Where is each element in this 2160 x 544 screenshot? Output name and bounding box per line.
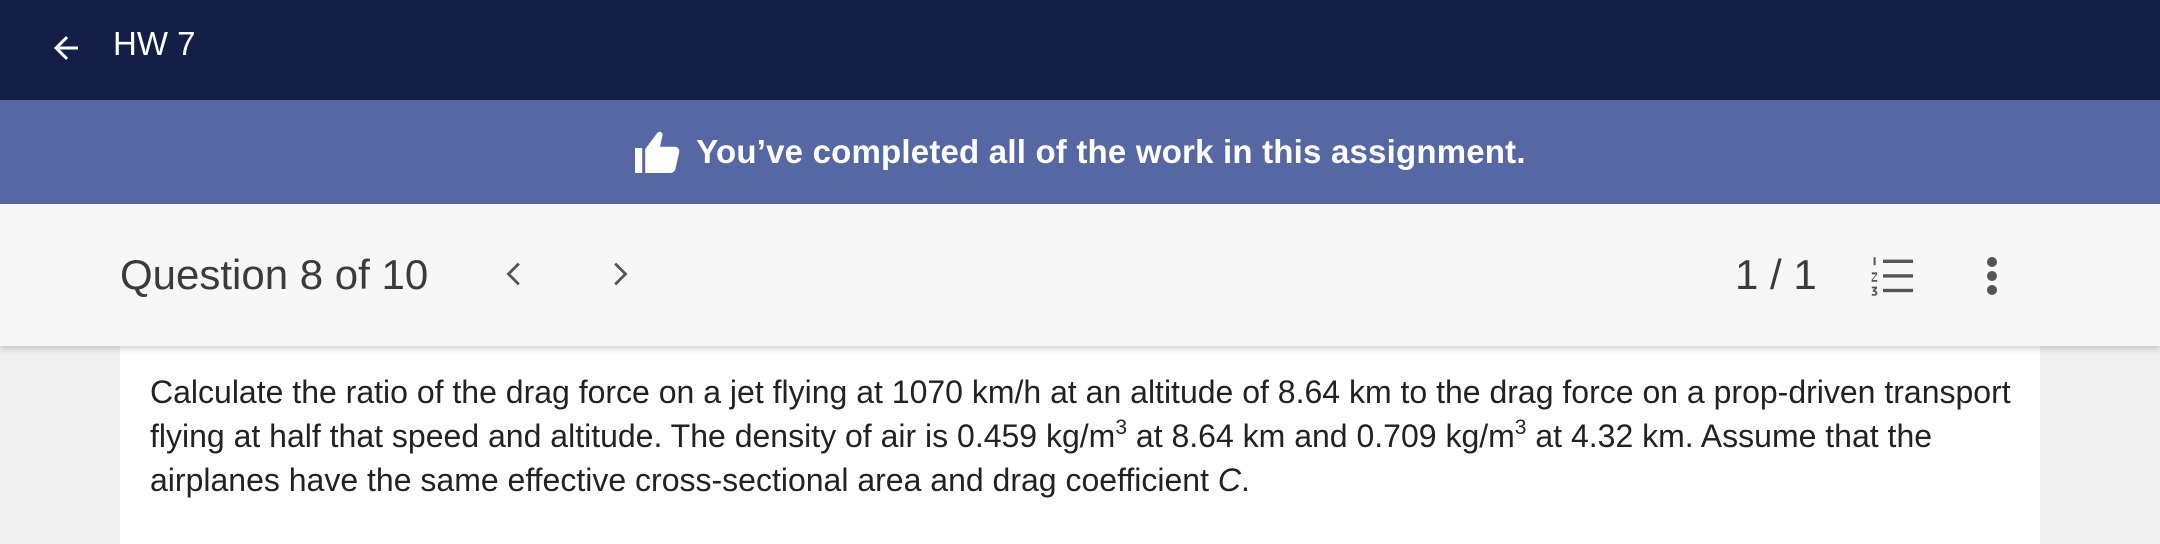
- superscript-exponent: 3: [1514, 416, 1527, 439]
- question-content-panel: Calculate the ratio of the drag force on…: [120, 346, 2040, 544]
- next-question-button[interactable]: [593, 248, 645, 300]
- thumbs-up-icon: [635, 131, 680, 173]
- question-text-part: .: [1240, 462, 1250, 498]
- question-text: Calculate the ratio of the drag force on…: [150, 370, 2030, 502]
- superscript-exponent: 3: [1115, 416, 1128, 439]
- more-options-button[interactable]: [1968, 250, 2016, 302]
- more-vertical-icon: [1987, 257, 1997, 295]
- arrow-left-icon: [54, 36, 78, 60]
- previous-question-button[interactable]: [489, 248, 541, 300]
- chevron-left-icon: [506, 262, 520, 286]
- question-list-button[interactable]: [1868, 252, 1916, 300]
- drag-coefficient-variable: C: [1217, 462, 1241, 498]
- chevron-right-icon: [614, 262, 628, 286]
- question-text-part: at 8.64 km and 0.709 kg/m: [1127, 418, 1515, 454]
- page-counter: 1 / 1: [1735, 251, 1817, 298]
- assignment-title: HW 7: [113, 25, 196, 62]
- completion-banner: You’ve completed all of the work in this…: [0, 100, 2160, 204]
- completion-message: You’ve completed all of the work in this…: [696, 133, 1526, 170]
- top-app-bar: HW 7: [0, 0, 2160, 100]
- question-counter: Question 8 of 10: [120, 251, 429, 298]
- question-navigation-bar: Question 8 of 10 1 / 1: [0, 204, 2160, 346]
- back-button[interactable]: [40, 22, 92, 74]
- numbered-list-icon: [1871, 257, 1913, 296]
